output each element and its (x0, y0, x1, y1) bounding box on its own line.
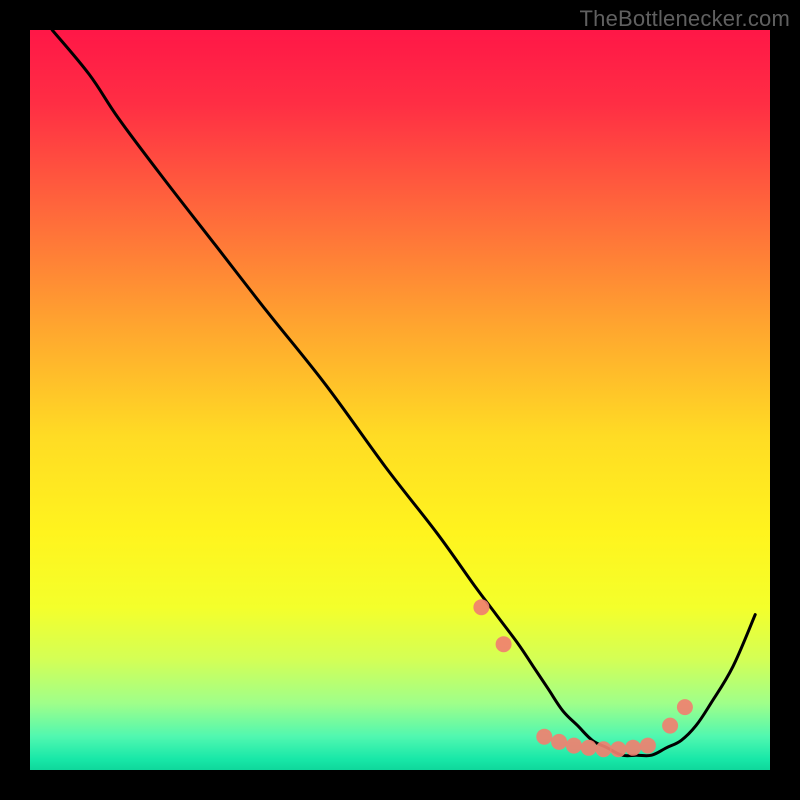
watermark-label: TheBottlenecker.com (580, 6, 790, 32)
marker-dot (551, 734, 567, 750)
marker-dot (610, 741, 626, 757)
marker-dot (677, 699, 693, 715)
plot-area (30, 30, 770, 770)
marker-dot (581, 740, 597, 756)
marker-dot (640, 738, 656, 754)
marker-dot (566, 738, 582, 754)
marker-dot (536, 729, 552, 745)
gradient-background (30, 30, 770, 770)
marker-dot (473, 599, 489, 615)
marker-dot (662, 718, 678, 734)
marker-dot (596, 741, 612, 757)
chart-svg (30, 30, 770, 770)
screenshot-root: TheBottlenecker.com (0, 0, 800, 800)
marker-dot (625, 740, 641, 756)
marker-dot (496, 636, 512, 652)
